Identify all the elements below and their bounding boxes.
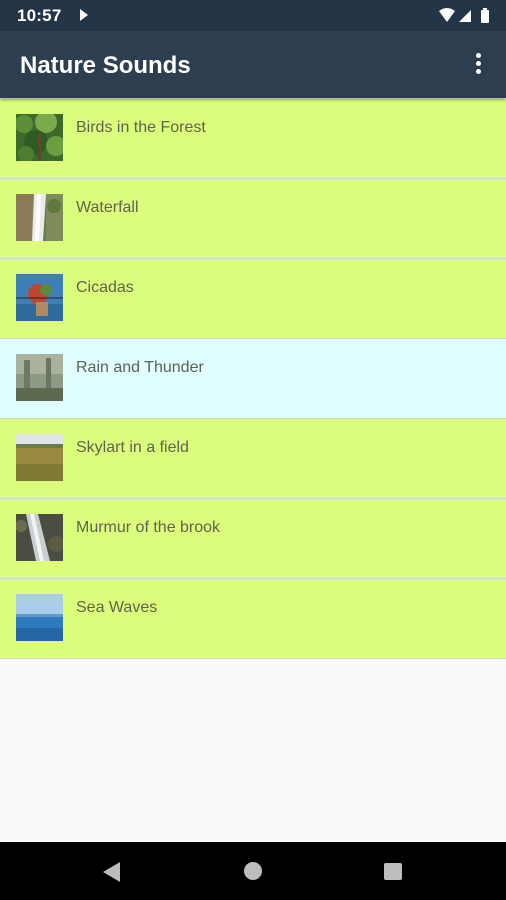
more-vert-icon[interactable] bbox=[466, 53, 490, 77]
waterfall-thumbnail bbox=[16, 194, 63, 241]
back-icon[interactable] bbox=[103, 862, 120, 882]
item-label: Cicadas bbox=[76, 279, 134, 296]
item-label: Rain and Thunder bbox=[76, 359, 204, 376]
sound-list: Birds in the Forest Waterfall Cicadas Ra… bbox=[0, 99, 506, 659]
app-title: Nature Sounds bbox=[20, 52, 191, 79]
signal-icon bbox=[459, 10, 471, 22]
wifi-icon bbox=[439, 8, 455, 22]
navigation-bar bbox=[0, 842, 506, 900]
list-item-waterfall[interactable]: Waterfall bbox=[0, 179, 506, 259]
list-item-rain-and-thunder[interactable]: Rain and Thunder bbox=[0, 339, 506, 419]
forest-thumbnail bbox=[16, 114, 63, 161]
list-item-murmur-of-the-brook[interactable]: Murmur of the brook bbox=[0, 499, 506, 579]
status-bar: 10:57 bbox=[0, 0, 506, 31]
home-icon[interactable] bbox=[244, 862, 262, 880]
cicadas-thumbnail bbox=[16, 274, 63, 321]
sea-thumbnail bbox=[16, 594, 63, 641]
list-item-sea-waves[interactable]: Sea Waves bbox=[0, 579, 506, 659]
list-item-birds-in-the-forest[interactable]: Birds in the Forest bbox=[0, 99, 506, 179]
item-label: Birds in the Forest bbox=[76, 119, 206, 136]
play-icon bbox=[80, 9, 88, 21]
list-item-cicadas[interactable]: Cicadas bbox=[0, 259, 506, 339]
field-thumbnail bbox=[16, 434, 63, 481]
brook-thumbnail bbox=[16, 514, 63, 561]
item-label: Murmur of the brook bbox=[76, 519, 221, 536]
item-label: Waterfall bbox=[76, 199, 139, 216]
item-label: Skylart in a field bbox=[76, 439, 189, 456]
recents-icon[interactable] bbox=[384, 863, 402, 880]
battery-icon bbox=[481, 8, 489, 23]
rain-thumbnail bbox=[16, 354, 63, 401]
item-label: Sea Waves bbox=[76, 599, 158, 616]
status-icons bbox=[438, 7, 494, 25]
status-time: 10:57 bbox=[17, 6, 62, 25]
app-bar: Nature Sounds bbox=[0, 31, 506, 98]
list-item-skylart-in-a-field[interactable]: Skylart in a field bbox=[0, 419, 506, 499]
